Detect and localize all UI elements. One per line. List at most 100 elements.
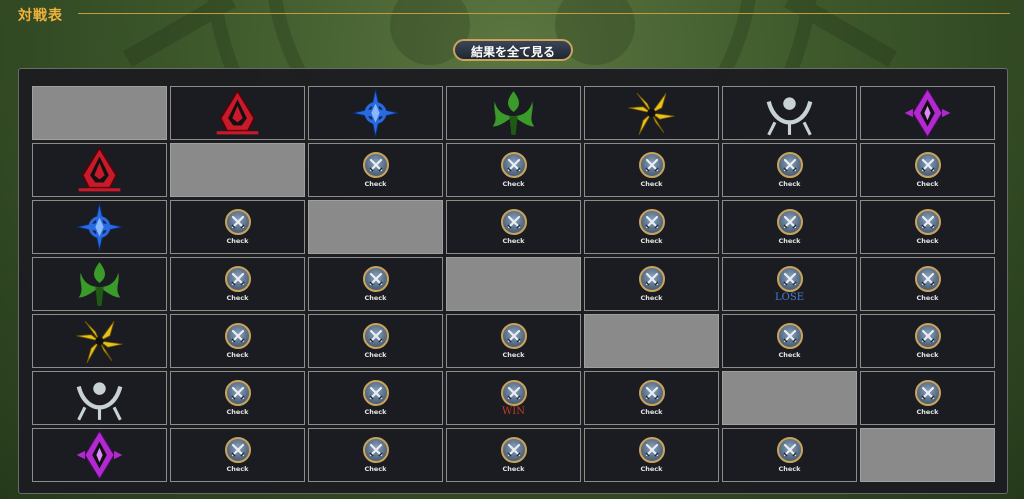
crossed-swords-icon <box>776 152 803 178</box>
green-crest-icon <box>492 91 535 135</box>
match-result-button[interactable]: Check <box>585 201 718 253</box>
match-result-label: Check <box>640 180 663 188</box>
self-match-cell <box>446 257 581 311</box>
match-result-button[interactable]: Check <box>723 429 856 481</box>
match-result-label: Check <box>916 294 939 302</box>
match-cell: Check <box>446 200 581 254</box>
crossed-swords-icon <box>224 437 251 463</box>
match-cell: Check <box>860 257 995 311</box>
match-result-button[interactable]: Check <box>723 201 856 253</box>
match-cell: Check <box>860 314 995 368</box>
blue-crest-icon <box>76 202 123 252</box>
crossed-swords-icon <box>914 209 941 235</box>
crossed-swords-icon <box>500 209 527 235</box>
match-cell: Check <box>722 200 857 254</box>
match-result-button[interactable]: Check <box>447 201 580 253</box>
match-result-button[interactable]: Check <box>309 258 442 310</box>
match-result-label: Check <box>226 237 249 245</box>
column-header-blue-crest <box>308 86 443 140</box>
column-header-red-crest <box>170 86 305 140</box>
match-result-button[interactable]: Check <box>309 372 442 424</box>
match-cell: Check <box>308 428 443 482</box>
match-result-label: Check <box>226 465 249 473</box>
match-cell: Check <box>584 200 719 254</box>
match-result-button[interactable]: Check <box>309 429 442 481</box>
match-result-button[interactable]: Check <box>171 258 304 310</box>
crossed-swords-icon <box>914 380 941 406</box>
crossed-swords-icon <box>500 152 527 178</box>
match-result-button[interactable]: Check <box>861 258 994 310</box>
crossed-swords-icon <box>638 209 665 235</box>
match-cell: Check <box>446 314 581 368</box>
header: 対戦表 <box>0 0 1024 30</box>
match-result-button[interactable]: Check <box>447 429 580 481</box>
match-result-button[interactable]: Check <box>309 315 442 367</box>
match-result-label: Check <box>916 351 939 359</box>
crossed-swords-icon <box>362 323 389 349</box>
match-result-label: Check <box>640 294 663 302</box>
match-cell: Check <box>722 314 857 368</box>
match-result-label: Check <box>778 351 801 359</box>
match-result-button[interactable]: Check <box>585 258 718 310</box>
yellow-crest-icon <box>628 92 675 136</box>
match-result-button[interactable]: Check <box>309 144 442 196</box>
match-cell: Check <box>584 371 719 425</box>
match-cell: Check <box>308 143 443 197</box>
match-result-button[interactable]: Check <box>861 372 994 424</box>
blue-crest-icon <box>352 88 399 138</box>
match-result-label: LOSE <box>775 292 804 303</box>
crossed-swords-icon <box>776 209 803 235</box>
match-result-button[interactable]: Check <box>171 201 304 253</box>
crossed-swords-icon <box>362 152 389 178</box>
crossed-swords-icon <box>224 209 251 235</box>
match-result-label: Check <box>640 465 663 473</box>
match-result-button[interactable]: Check <box>861 315 994 367</box>
match-result-button[interactable]: Check <box>171 315 304 367</box>
match-cell: Check <box>170 371 305 425</box>
self-match-cell <box>584 314 719 368</box>
view-all-results-button[interactable]: 結果を全て見る <box>453 39 573 61</box>
white-crest-icon <box>76 382 123 421</box>
match-result-label: Check <box>778 465 801 473</box>
column-header-green-crest <box>446 86 581 140</box>
match-result-button[interactable]: Check <box>861 144 994 196</box>
match-result-button[interactable]: LOSE <box>723 258 856 310</box>
match-result-label: Check <box>364 351 387 359</box>
match-result-label: Check <box>226 351 249 359</box>
match-cell: Check <box>722 428 857 482</box>
crossed-swords-icon <box>362 437 389 463</box>
crossed-swords-icon <box>638 380 665 406</box>
match-cell: Check <box>584 143 719 197</box>
crossed-swords-icon <box>500 323 527 349</box>
match-result-button[interactable]: Check <box>723 144 856 196</box>
match-result-button[interactable]: Check <box>861 201 994 253</box>
match-result-label: Check <box>916 408 939 416</box>
match-cell: Check <box>308 257 443 311</box>
white-crest-icon <box>766 97 813 136</box>
crossed-swords-icon <box>776 323 803 349</box>
match-cell: Check <box>170 428 305 482</box>
match-cell: Check <box>860 371 995 425</box>
match-result-button[interactable]: Check <box>447 144 580 196</box>
match-result-button[interactable]: WIN <box>447 372 580 424</box>
match-result-button[interactable]: Check <box>171 372 304 424</box>
match-result-label: Check <box>226 408 249 416</box>
match-cell: LOSE <box>722 257 857 311</box>
crossed-swords-icon <box>638 266 665 292</box>
match-table: Check Check Check Check Check Check Check Check… <box>18 68 1008 494</box>
match-result-button[interactable]: Check <box>585 144 718 196</box>
match-cell: Check <box>860 200 995 254</box>
match-cell: Check <box>446 143 581 197</box>
match-result-label: Check <box>502 351 525 359</box>
green-crest-icon <box>78 262 121 306</box>
match-result-button[interactable]: Check <box>585 429 718 481</box>
match-result-label: Check <box>502 237 525 245</box>
match-result-button[interactable]: Check <box>171 429 304 481</box>
crossed-swords-icon <box>224 380 251 406</box>
match-cell: Check <box>722 143 857 197</box>
match-result-button[interactable]: Check <box>585 372 718 424</box>
crossed-swords-icon <box>914 323 941 349</box>
match-result-button[interactable]: Check <box>447 315 580 367</box>
purple-crest-icon <box>76 430 123 480</box>
match-result-button[interactable]: Check <box>723 315 856 367</box>
